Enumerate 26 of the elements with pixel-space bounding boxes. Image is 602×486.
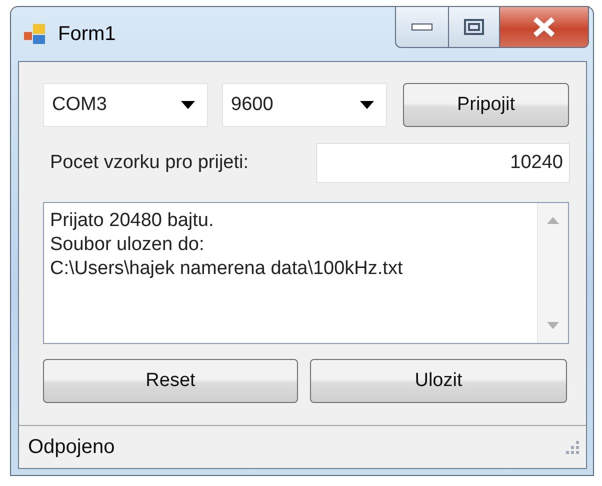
- minimize-button[interactable]: [395, 6, 449, 48]
- app-icon: [24, 23, 48, 45]
- close-button[interactable]: [500, 6, 589, 48]
- log-line: Soubor ulozen do:: [50, 233, 206, 257]
- scroll-up-icon[interactable]: [547, 217, 559, 224]
- maximize-button[interactable]: [449, 6, 500, 48]
- resize-grip-icon[interactable]: [564, 439, 580, 455]
- log-line: C:\Users\hajek namerena data\100kHz.txt: [50, 257, 404, 281]
- close-icon: [532, 17, 556, 37]
- log-line: Prijato 20480 bajtu.: [50, 209, 215, 233]
- status-text: Odpojeno: [28, 436, 115, 458]
- connect-button[interactable]: Pripojit: [403, 83, 569, 127]
- samples-field[interactable]: 10240: [316, 143, 570, 183]
- minimize-icon: [411, 23, 433, 31]
- scrollbar[interactable]: [537, 203, 568, 343]
- log-textarea[interactable]: Prijato 20480 bajtu. Soubor ulozen do: C:\Users\hajek namerena data\100kHz.txt: [43, 202, 569, 344]
- reset-button[interactable]: Reset: [43, 359, 298, 403]
- save-button[interactable]: Ulozit: [310, 359, 567, 403]
- baud-dropdown[interactable]: 9600: [222, 83, 387, 127]
- caret-icon: [181, 101, 195, 109]
- samples-label: Pocet vzorku pro prijeti:: [49, 152, 250, 174]
- caret-icon: [360, 101, 374, 109]
- scroll-down-icon[interactable]: [547, 322, 559, 329]
- port-dropdown[interactable]: COM3: [43, 83, 208, 127]
- maximize-icon: [464, 19, 484, 35]
- window-title: Form1: [58, 22, 116, 46]
